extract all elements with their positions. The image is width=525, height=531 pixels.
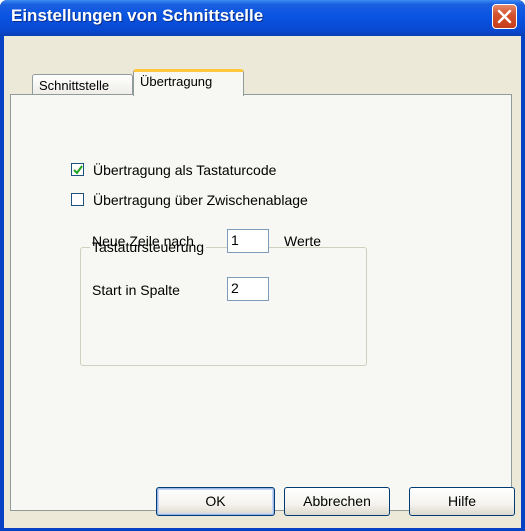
keyboard-code-checkbox[interactable] — [71, 163, 84, 176]
keyboard-control-group — [80, 247, 367, 366]
title-bar[interactable]: Einstellungen von Schnittstelle — [0, 0, 525, 36]
cancel-button[interactable]: Abbrechen — [284, 487, 390, 516]
newline-unit: Werte — [284, 233, 322, 249]
tab-schnittstelle[interactable]: Schnittstelle — [32, 74, 133, 96]
close-button[interactable] — [492, 4, 517, 29]
tab-label: Übertragung — [140, 74, 213, 89]
dialog-client-area: Schnittstelle Übertragung Übertragung al… — [4, 36, 521, 528]
ok-button[interactable]: OK — [156, 487, 275, 516]
clipboard-label: Übertragung über Zwischenablage — [93, 192, 308, 208]
checkmark-icon — [73, 165, 83, 175]
dialog-window: Einstellungen von Schnittstelle Schnitts… — [0, 0, 525, 531]
close-icon — [497, 9, 512, 24]
newline-label: Neue Zeile nach — [92, 233, 194, 249]
keyboard-code-label: Übertragung als Tastaturcode — [93, 162, 277, 178]
tab-uebertragung[interactable]: Übertragung — [133, 69, 244, 96]
start-column-input[interactable]: 2 — [227, 277, 269, 301]
newline-input[interactable]: 1 — [227, 229, 269, 253]
start-column-label: Start in Spalte — [92, 282, 180, 298]
clipboard-checkbox[interactable] — [71, 193, 84, 206]
window-title: Einstellungen von Schnittstelle — [11, 6, 264, 25]
help-button[interactable]: Hilfe — [409, 487, 515, 516]
window-frame-right — [521, 36, 525, 531]
